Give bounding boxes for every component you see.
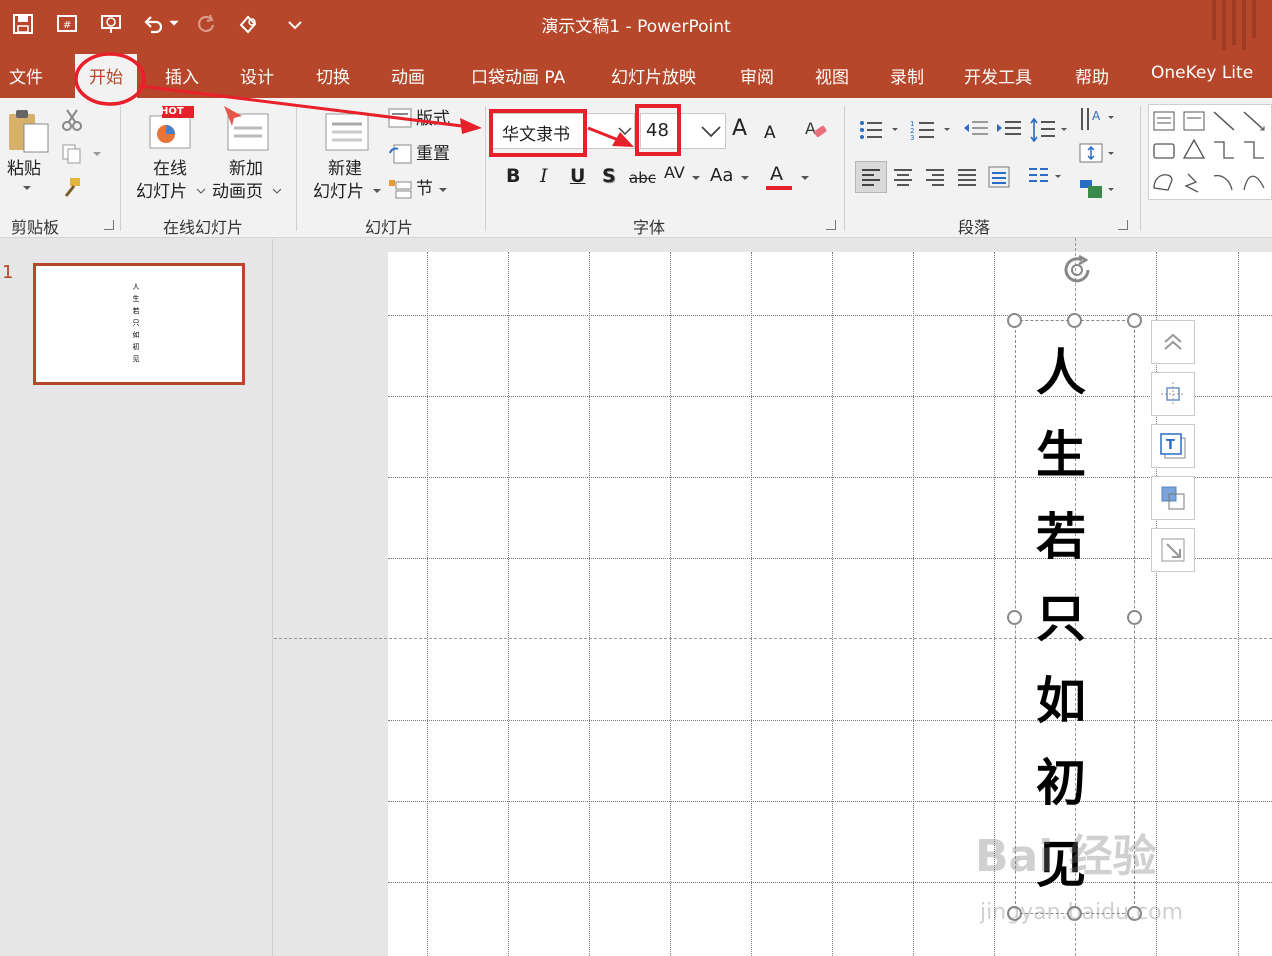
resize-arrow-icon bbox=[1161, 538, 1185, 562]
resize-handle-top-left[interactable] bbox=[1007, 313, 1022, 328]
resize-handle-left[interactable] bbox=[1007, 610, 1022, 625]
resize-handle-top[interactable] bbox=[1067, 313, 1082, 328]
resize-handle-right[interactable] bbox=[1127, 610, 1142, 625]
slide-thumbnail-text: 人生若只如初见 bbox=[132, 283, 140, 363]
shape-fill-button[interactable] bbox=[1151, 476, 1195, 520]
grid-line-horizontal bbox=[388, 396, 1272, 397]
grid-line-vertical bbox=[589, 252, 590, 956]
grid-line-horizontal bbox=[388, 720, 1272, 721]
baidu-watermark-url: jingyan.baidu.com bbox=[980, 900, 1184, 925]
double-chevron-up-icon bbox=[1164, 333, 1182, 350]
slide-number: 1 bbox=[2, 262, 14, 283]
grid-line-vertical bbox=[427, 252, 428, 956]
collapse-toolbar-button[interactable] bbox=[1151, 320, 1195, 364]
shape-fill-icon bbox=[1161, 486, 1185, 510]
rotate-handle-icon[interactable] bbox=[1060, 254, 1094, 286]
resize-handle-top-right[interactable] bbox=[1127, 313, 1142, 328]
grid-line-vertical bbox=[832, 252, 833, 956]
grid-line-horizontal bbox=[388, 477, 1272, 478]
text-box-button[interactable]: T bbox=[1151, 424, 1195, 468]
align-object-icon bbox=[1161, 382, 1185, 406]
grid-line-vertical bbox=[913, 252, 914, 956]
grid-line-horizontal bbox=[388, 558, 1272, 559]
text-box-icon: T bbox=[1160, 433, 1186, 459]
font-name-highlight bbox=[489, 109, 587, 157]
grid-line-horizontal bbox=[388, 801, 1272, 802]
powerpoint-window: # 演示文稿1 - PowerPoint 文件 开始 插入 设计 切换 动画 口… bbox=[0, 0, 1272, 956]
font-size-highlight bbox=[635, 104, 681, 156]
baidu-watermark: Bai 经验 bbox=[975, 831, 1157, 882]
align-center-object-button[interactable] bbox=[1151, 372, 1195, 416]
svg-text:T: T bbox=[1166, 438, 1175, 453]
grid-line-vertical bbox=[670, 252, 671, 956]
grid-line-vertical bbox=[508, 252, 509, 956]
resize-shape-button[interactable] bbox=[1151, 528, 1195, 572]
grid-line-vertical bbox=[751, 252, 752, 956]
grid-line-vertical bbox=[1238, 252, 1239, 956]
